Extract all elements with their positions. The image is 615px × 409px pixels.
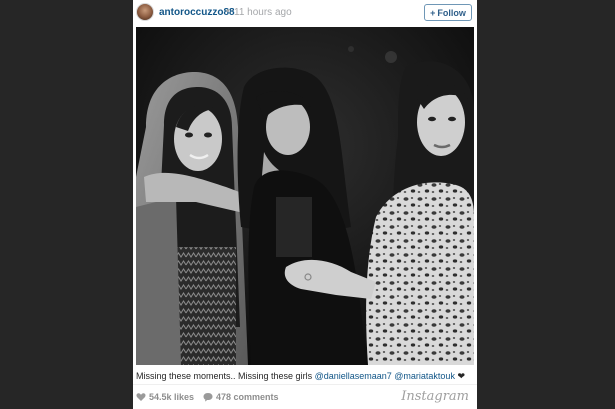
comment-bubble-icon (203, 393, 213, 402)
mention-link-2[interactable]: @mariataktouk (394, 371, 455, 381)
instagram-post-card: antoroccuzzo88 • 11 hours ago + Follow M… (133, 0, 477, 409)
instagram-logo[interactable]: Instagram (401, 389, 469, 404)
photo-illustration (136, 27, 474, 365)
divider (133, 384, 477, 385)
separator-dot: • (226, 6, 230, 17)
follow-button[interactable]: + Follow (424, 4, 472, 21)
post-header: antoroccuzzo88 • 11 hours ago + Follow (133, 0, 477, 27)
follow-label: Follow (437, 7, 466, 18)
username-link[interactable]: antoroccuzzo88 (159, 7, 235, 18)
comments-count[interactable]: 478 comments (203, 392, 279, 402)
likes-label: 54.5k likes (149, 392, 195, 402)
heart-emoji-icon: ❤ (457, 371, 466, 381)
plus-icon: + (430, 7, 436, 18)
post-caption: Missing these moments.. Missing these gi… (136, 371, 474, 382)
timestamp: 11 hours ago (234, 7, 292, 18)
mention-link-1[interactable]: @daniellasemaan7 (315, 371, 392, 381)
comments-label: 478 comments (216, 392, 279, 402)
post-photo[interactable] (136, 27, 474, 365)
heart-icon (136, 393, 146, 401)
post-stats: 54.5k likes 478 comments Instagram (136, 389, 474, 406)
avatar[interactable] (136, 3, 154, 21)
likes-count[interactable]: 54.5k likes (136, 392, 194, 402)
caption-text: Missing these moments.. Missing these gi… (136, 371, 313, 381)
